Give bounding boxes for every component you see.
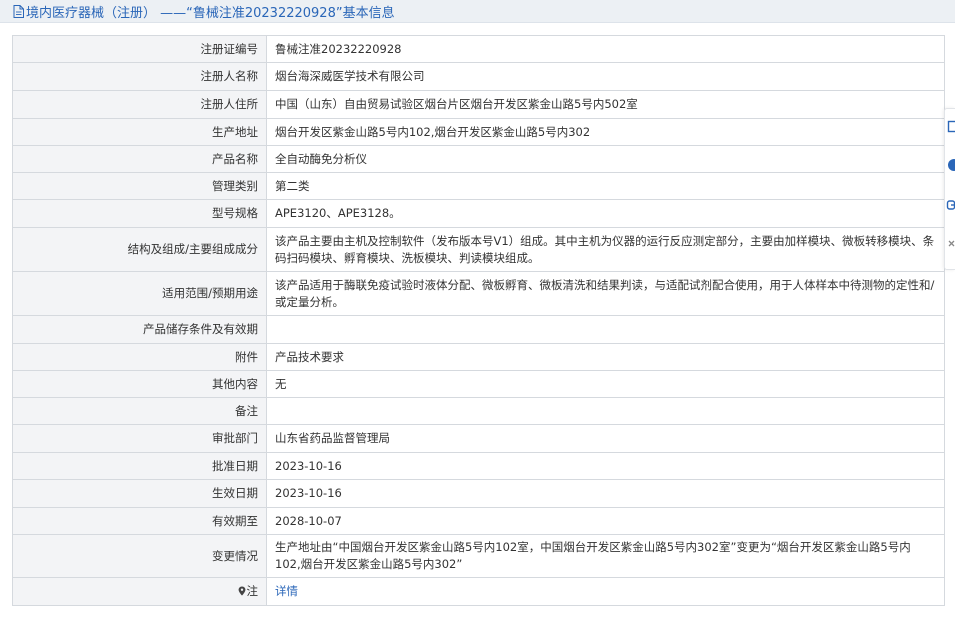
page-title-bar: 境内医疗器械（注册） ——“鲁械注准20232220928”基本信息 bbox=[0, 0, 955, 23]
table-row: 注 详情 bbox=[12, 577, 945, 606]
row-label-note: 注 bbox=[12, 577, 267, 606]
row-label: 注册人名称 bbox=[12, 62, 267, 91]
row-value: 全自动酶免分析仪 bbox=[266, 145, 945, 173]
row-value: 产品技术要求 bbox=[266, 343, 945, 371]
row-label: 变更情况 bbox=[12, 534, 267, 578]
side-toolbar bbox=[944, 108, 955, 270]
table-row: 适用范围/预期用途 该产品适用于酶联免疫试验时液体分配、微板孵育、微板清洗和结果… bbox=[12, 271, 945, 316]
close-icon[interactable] bbox=[946, 237, 955, 253]
row-label: 产品储存条件及有效期 bbox=[12, 315, 267, 344]
row-label: 型号规格 bbox=[12, 199, 267, 228]
table-row: 产品储存条件及有效期 bbox=[12, 315, 945, 344]
row-value: 2028-10-07 bbox=[266, 507, 945, 535]
row-value: 详情 bbox=[266, 577, 945, 606]
row-label: 其他内容 bbox=[12, 370, 267, 398]
page-title: 境内医疗器械（注册） ——“鲁械注准20232220928”基本信息 bbox=[26, 5, 395, 21]
row-label: 备注 bbox=[12, 397, 267, 425]
table-row: 产品名称 全自动酶免分析仪 bbox=[12, 145, 945, 173]
row-label: 管理类别 bbox=[12, 172, 267, 200]
row-value bbox=[266, 315, 945, 344]
row-value: 该产品适用于酶联免疫试验时液体分配、微板孵育、微板清洗和结果判读，与适配试剂配合… bbox=[266, 271, 945, 316]
table-row: 型号规格 APE3120、APE3128。 bbox=[12, 199, 945, 228]
row-label: 产品名称 bbox=[12, 145, 267, 173]
map-pin-icon bbox=[238, 586, 245, 596]
circle-icon[interactable] bbox=[946, 157, 955, 173]
row-label: 附件 bbox=[12, 343, 267, 371]
table-row: 注册人名称 烟台海深威医学技术有限公司 bbox=[12, 62, 945, 91]
row-value: 2023-10-16 bbox=[266, 479, 945, 508]
info-panel: 注册证编号 鲁械注准20232220928 注册人名称 烟台海深威医学技术有限公… bbox=[12, 35, 945, 606]
table-row: 备注 bbox=[12, 397, 945, 425]
row-value: 2023-10-16 bbox=[266, 452, 945, 480]
row-value: 烟台开发区紫金山路5号内102,烟台开发区紫金山路5号内302 bbox=[266, 118, 945, 146]
table-row: 附件 产品技术要求 bbox=[12, 343, 945, 371]
document-icon bbox=[13, 4, 24, 18]
table-row: 结构及组成/主要组成成分 该产品主要由主机及控制软件（发布版本号V1）组成。其中… bbox=[12, 227, 945, 272]
row-label: 注册证编号 bbox=[12, 35, 267, 63]
row-label: 有效期至 bbox=[12, 507, 267, 535]
row-value: APE3120、APE3128。 bbox=[266, 199, 945, 228]
row-value: 该产品主要由主机及控制软件（发布版本号V1）组成。其中主机为仪器的运行反应测定部… bbox=[266, 227, 945, 272]
table-row: 批准日期 2023-10-16 bbox=[12, 452, 945, 480]
table-row: 审批部门 山东省药品监督管理局 bbox=[12, 424, 945, 453]
row-value: 生产地址由“中国烟台开发区紫金山路5号内102室，中国烟台开发区紫金山路5号内3… bbox=[266, 534, 945, 578]
table-row: 有效期至 2028-10-07 bbox=[12, 507, 945, 535]
details-link[interactable]: 详情 bbox=[275, 584, 298, 598]
copy-icon[interactable] bbox=[946, 119, 955, 135]
row-value: 山东省药品监督管理局 bbox=[266, 424, 945, 453]
row-label: 结构及组成/主要组成成分 bbox=[12, 227, 267, 272]
table-row: 注册人住所 中国（山东）自由贸易试验区烟台片区烟台开发区紫金山路5号内502室 bbox=[12, 90, 945, 119]
row-label: 适用范围/预期用途 bbox=[12, 271, 267, 316]
table-row: 管理类别 第二类 bbox=[12, 172, 945, 200]
row-label: 生效日期 bbox=[12, 479, 267, 508]
row-label: 批准日期 bbox=[12, 452, 267, 480]
table-row: 生效日期 2023-10-16 bbox=[12, 479, 945, 508]
table-row: 变更情况 生产地址由“中国烟台开发区紫金山路5号内102室，中国烟台开发区紫金山… bbox=[12, 534, 945, 578]
row-value: 鲁械注准20232220928 bbox=[266, 35, 945, 63]
row-label: 注册人住所 bbox=[12, 90, 267, 119]
row-label: 生产地址 bbox=[12, 118, 267, 146]
table-row: 其他内容 无 bbox=[12, 370, 945, 398]
link-icon[interactable] bbox=[946, 197, 955, 213]
row-label: 审批部门 bbox=[12, 424, 267, 453]
table-row: 生产地址 烟台开发区紫金山路5号内102,烟台开发区紫金山路5号内302 bbox=[12, 118, 945, 146]
row-value: 中国（山东）自由贸易试验区烟台片区烟台开发区紫金山路5号内502室 bbox=[266, 90, 945, 119]
row-value: 烟台海深威医学技术有限公司 bbox=[266, 62, 945, 91]
row-value bbox=[266, 397, 945, 425]
row-value: 无 bbox=[266, 370, 945, 398]
table-row: 注册证编号 鲁械注准20232220928 bbox=[12, 35, 945, 63]
note-label: 注 bbox=[246, 584, 259, 598]
row-value: 第二类 bbox=[266, 172, 945, 200]
info-table: 注册证编号 鲁械注准20232220928 注册人名称 烟台海深威医学技术有限公… bbox=[12, 35, 945, 606]
